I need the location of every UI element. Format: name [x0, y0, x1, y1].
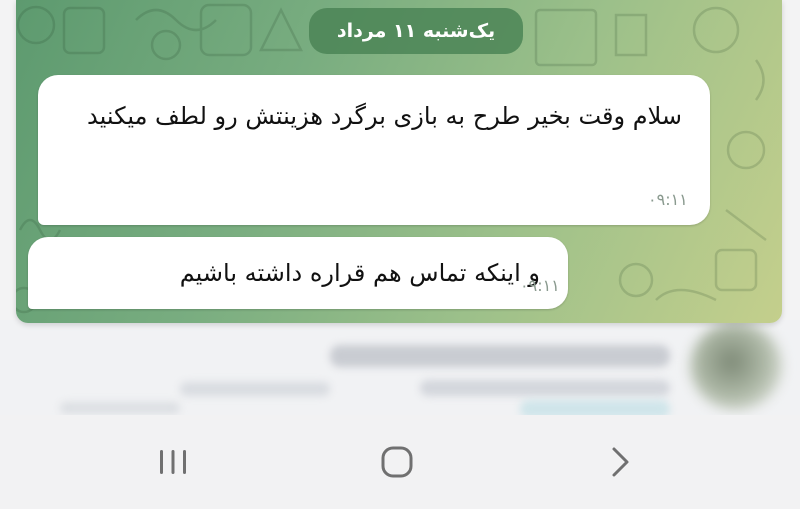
message-text: سلام وقت بخیر طرح به بازی برگرد هزینتش ر…	[86, 102, 682, 130]
date-separator: یک‌شنبه ۱۱ مرداد	[309, 8, 523, 54]
recent-apps-button[interactable]	[143, 445, 203, 479]
message-bubble[interactable]: سلام وقت بخیر طرح به بازی برگرد هزینتش ر…	[38, 75, 710, 225]
recent-apps-icon	[160, 450, 186, 474]
home-button[interactable]	[367, 445, 427, 479]
back-icon	[612, 447, 629, 477]
message-text: و اینکه تماس هم قراره داشته باشیم	[179, 259, 540, 287]
back-button[interactable]	[590, 445, 650, 479]
blurred-avatar	[690, 322, 782, 410]
message-bubble[interactable]: و اینکه تماس هم قراره داشته باشیم ۰۹:۱۱	[28, 237, 568, 309]
message-time: ۰۹:۱۱	[520, 276, 560, 295]
navigation-bar	[0, 415, 800, 509]
home-icon	[381, 446, 413, 478]
message-time: ۰۹:۱۱	[648, 190, 688, 209]
blurred-content	[0, 320, 800, 415]
